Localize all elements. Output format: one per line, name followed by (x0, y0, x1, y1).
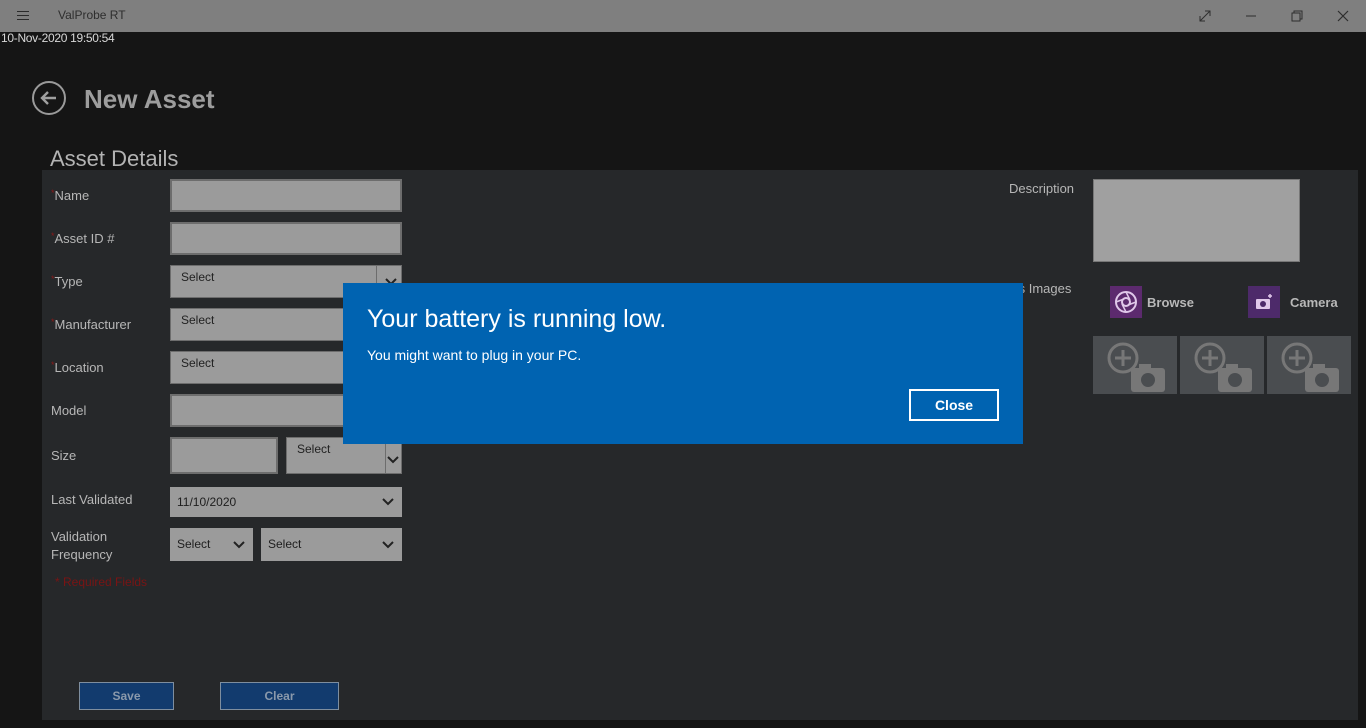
arrow-left-icon (40, 91, 56, 105)
last-validated-label: Last Validated (51, 492, 133, 507)
location-label: *Location (51, 360, 104, 375)
notification-close-button[interactable]: Close (909, 389, 999, 421)
back-button[interactable] (32, 81, 66, 115)
description-label: Description (1009, 181, 1075, 196)
image-slot-3[interactable] (1267, 336, 1351, 394)
battery-low-notification: Your battery is running low. You might w… (343, 283, 1023, 444)
add-photo-icon (1107, 342, 1165, 392)
camera-icon (1248, 286, 1280, 318)
last-validated-date-picker[interactable]: 11/10/2020 (170, 487, 402, 517)
type-select-value: Select (181, 270, 215, 284)
validation-frequency-label: Validation Frequency (51, 529, 113, 562)
app-title: ValProbe RT (58, 8, 126, 22)
aperture-icon (1110, 286, 1142, 318)
model-label: Model (51, 403, 87, 418)
image-slot-1[interactable] (1093, 336, 1177, 394)
section-title: Asset Details (50, 146, 179, 171)
browse-button[interactable]: Browse (1110, 286, 1194, 318)
frequency-number-value: Select (177, 537, 211, 551)
chevron-down-icon (382, 541, 394, 549)
frequency-unit-select[interactable]: Select (261, 528, 402, 561)
size-label: Size (51, 448, 77, 463)
page-title: New Asset (84, 84, 215, 114)
required-fields-note: * Required Fields (55, 575, 148, 589)
frequency-number-select[interactable]: Select (170, 528, 253, 561)
notification-title: Your battery is running low. (367, 305, 667, 333)
asset-id-label: *Asset ID # (51, 231, 115, 246)
manufacturer-label: *Manufacturer (51, 317, 132, 332)
manufacturer-select-value: Select (181, 313, 215, 327)
size-unit-select-value: Select (297, 442, 331, 456)
timestamp: 10-Nov-2020 19:50:54 (1, 31, 115, 45)
type-label: *Type (51, 274, 83, 289)
last-validated-value: 11/10/2020 (177, 495, 237, 509)
clear-button[interactable]: Clear (220, 682, 339, 710)
chevron-down-icon (233, 541, 245, 549)
location-select-value: Select (181, 356, 215, 370)
asset-id-input[interactable] (170, 222, 402, 255)
image-slot-2[interactable] (1180, 336, 1264, 394)
close-window-button[interactable] (1320, 0, 1366, 32)
name-input[interactable] (170, 179, 402, 212)
notification-body: You might want to plug in your PC. (367, 347, 582, 363)
hamburger-menu-icon[interactable] (10, 6, 36, 26)
chevron-down-icon (387, 456, 399, 464)
camera-label: Camera (1290, 294, 1338, 310)
save-button[interactable]: Save (79, 682, 174, 710)
minimize-button[interactable] (1228, 0, 1274, 32)
description-input[interactable] (1093, 179, 1300, 262)
restore-button[interactable] (1274, 0, 1320, 32)
add-photo-icon (1194, 342, 1252, 392)
frequency-unit-value: Select (268, 537, 302, 551)
camera-button[interactable]: Camera (1248, 286, 1338, 318)
expand-icon[interactable] (1182, 0, 1228, 32)
chevron-down-icon (382, 498, 394, 506)
asset-images-label: ts Images (1015, 281, 1072, 296)
add-photo-icon (1281, 342, 1339, 392)
browse-label: Browse (1147, 294, 1194, 310)
title-bar: ValProbe RT (0, 0, 1366, 32)
size-input[interactable] (170, 437, 278, 474)
name-label: *Name (51, 188, 90, 203)
